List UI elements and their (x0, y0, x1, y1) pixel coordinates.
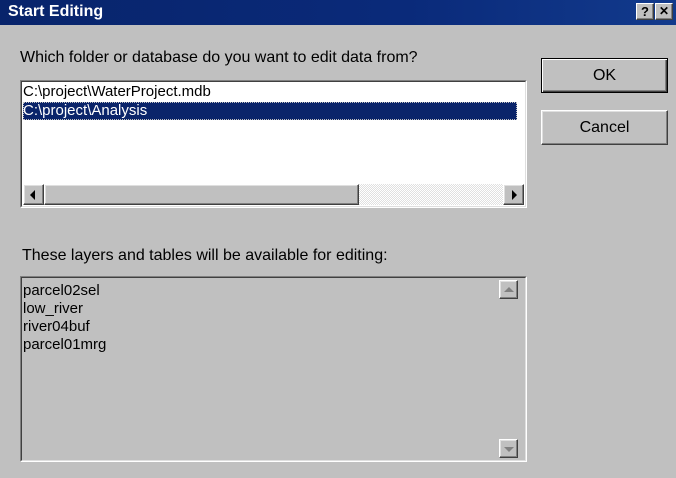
cancel-button[interactable]: Cancel (541, 110, 668, 145)
help-button[interactable]: ? (636, 3, 654, 20)
folder-item-waterproject[interactable]: C:\project\WaterProject.mdb (23, 83, 513, 101)
folder-prompt-label: Which folder or database do you want to … (20, 49, 418, 66)
folder-item-label: C:\project\WaterProject.mdb (23, 83, 211, 100)
ok-button-label: OK (592, 67, 617, 84)
start-editing-dialog: Start Editing ? ✕ Which folder or databa… (0, 0, 676, 478)
scroll-left-button[interactable] (23, 184, 44, 205)
scroll-up-arrow-icon (504, 287, 514, 292)
folder-item-label: C:\project\Analysis (23, 102, 148, 119)
scroll-down-button[interactable] (499, 439, 518, 458)
ok-button[interactable]: OK (541, 58, 668, 93)
cancel-button-label: Cancel (579, 119, 630, 136)
close-button[interactable]: ✕ (655, 3, 673, 20)
folder-listbox[interactable]: C:\project\WaterProject.mdb C:\project\A… (20, 80, 527, 208)
folder-item-analysis[interactable]: C:\project\Analysis (23, 102, 517, 120)
layers-prompt-label: These layers and tables will be availabl… (22, 247, 388, 264)
layers-listbox[interactable]: parcel02sel low_river river04buf parcel0… (20, 276, 527, 462)
scroll-down-arrow-icon (504, 447, 514, 452)
scroll-right-arrow-icon (512, 190, 517, 200)
layer-item: low_river (23, 300, 84, 317)
folder-hscroll-thumb[interactable] (44, 184, 359, 205)
dialog-title: Start Editing (8, 3, 104, 20)
title-bar[interactable]: Start Editing ? ✕ (0, 0, 676, 25)
scroll-up-button[interactable] (499, 280, 518, 299)
scroll-right-button[interactable] (503, 184, 524, 205)
scroll-left-arrow-icon (30, 190, 35, 200)
help-icon: ? (641, 4, 649, 19)
layers-vscroll-track[interactable] (499, 280, 518, 457)
layer-item: parcel01mrg (23, 336, 107, 353)
layer-item: parcel02sel (23, 282, 100, 299)
layer-item: river04buf (23, 318, 90, 335)
close-icon: ✕ (658, 4, 670, 18)
